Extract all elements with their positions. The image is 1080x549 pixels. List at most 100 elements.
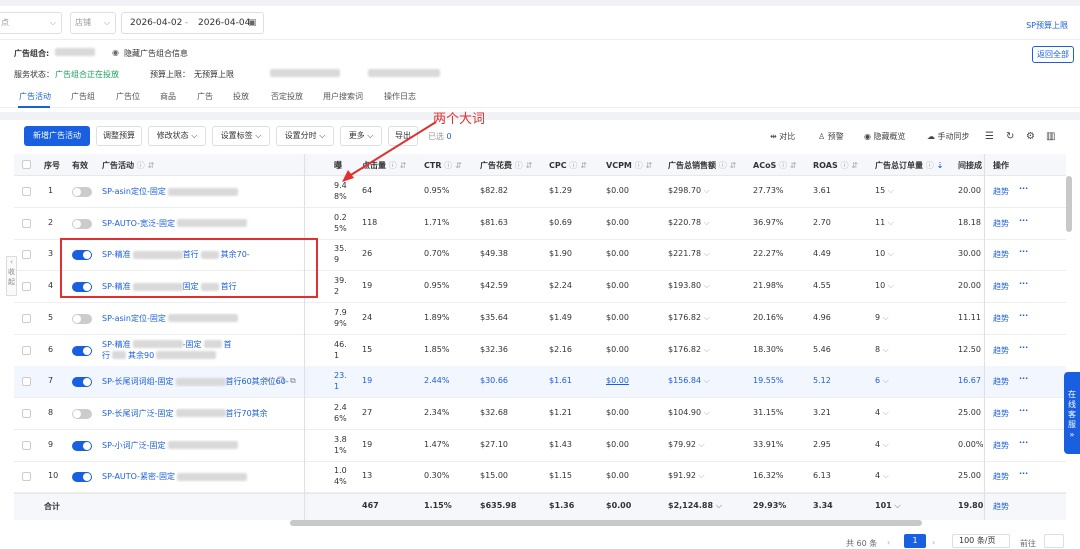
more-actions-icon[interactable]: ··· [1019, 247, 1028, 256]
trend-link[interactable]: 趋势 [993, 281, 1009, 292]
enabled-toggle[interactable] [72, 187, 92, 197]
tab-targeting[interactable]: 投放 [233, 91, 249, 102]
compare-button[interactable]: ⇹ 对比 [770, 131, 795, 142]
page-size-select[interactable]: 100 条/页 [952, 534, 1010, 548]
adjust-budget-button[interactable]: 调整预算 [96, 126, 142, 146]
campaign-name-link[interactable]: SP-AUTO-紧密-固定 [102, 471, 302, 482]
manual-sync-button[interactable]: ☁ 手动同步 [927, 131, 970, 142]
sidebar-collapse-handle[interactable]: ‹ 收起 [6, 256, 17, 296]
trend-link[interactable]: 趋势 [993, 376, 1009, 387]
tab-search-terms[interactable]: 用户搜索词 [323, 91, 363, 102]
trend-link[interactable]: 趋势 [993, 218, 1009, 229]
table-row[interactable]: 7 SP-长尾词词组-固定 首行60其余位60- ✎ ❐ ⧉ 23. 1 19 2.44% $30.… [14, 366, 1066, 399]
total-trend-link[interactable]: 趋势 [993, 501, 1009, 512]
prev-page-icon[interactable]: ‹ [887, 538, 890, 547]
row-checkbox[interactable] [22, 440, 31, 450]
row-checkbox[interactable] [22, 250, 31, 260]
row-checkbox[interactable] [22, 377, 31, 387]
external-link-icon[interactable]: ⧉ [290, 376, 296, 386]
marketplace-select[interactable]: 点 ⌵ [0, 12, 62, 34]
table-row[interactable]: 9 SP-小词广泛-固定 3.8 1% 19 1.47% $27.10 $1.43 $0.00 $… [14, 430, 1066, 462]
more-actions-icon[interactable]: ··· [1019, 184, 1028, 193]
enabled-toggle[interactable] [72, 377, 92, 388]
enabled-toggle[interactable] [72, 408, 92, 419]
table-row[interactable]: 1 SP-asin定位-固定 9.4 8% 64 0.95% $82.82 $1.29 $0.0… [14, 176, 1066, 208]
hide-portfolio-info-link[interactable]: 隐藏广告组合信息 [124, 48, 188, 59]
more-actions-icon[interactable]: ··· [1019, 343, 1028, 352]
set-tag-button[interactable]: 设置标签 ⌵ [212, 126, 270, 146]
tab-products[interactable]: 商品 [160, 91, 176, 102]
row-checkbox[interactable] [22, 472, 31, 482]
gear-icon[interactable]: ⚙ [1026, 131, 1035, 142]
table-row[interactable]: 6 SP-精准 -固定 首行 其余90 46. 1 15 1.85% $32.36 $2.16 $0.… [14, 335, 1066, 367]
campaign-name-link[interactable]: SP-AUTO-宽泛-固定 [102, 218, 302, 229]
back-to-all-button[interactable]: 返回全部 [1032, 46, 1074, 63]
tab-negative-targeting[interactable]: 否定投放 [271, 91, 303, 102]
trend-link[interactable]: 趋势 [993, 345, 1009, 356]
trend-link[interactable]: 趋势 [993, 408, 1009, 419]
set-timeshare-button[interactable]: 设置分时 ⌵ [276, 126, 334, 146]
tab-ad-groups[interactable]: 广告组 [71, 91, 95, 102]
page-button-current[interactable]: 1 [904, 534, 926, 548]
sp-budget-limit-link[interactable]: SP预算上限 [1026, 20, 1068, 31]
enabled-toggle[interactable] [72, 218, 92, 229]
trend-link[interactable]: 趋势 [993, 440, 1009, 451]
campaign-name-link[interactable]: SP-asin定位-固定 [102, 313, 302, 324]
more-actions-icon[interactable]: ··· [1019, 469, 1028, 478]
columns-icon[interactable]: ▥ [1046, 131, 1055, 142]
list-settings-icon[interactable]: ☰ [985, 131, 994, 142]
more-actions-icon[interactable]: ··· [1019, 216, 1028, 225]
copy-icon[interactable]: ❐ [277, 376, 284, 385]
table-row[interactable]: 2 SP-AUTO-宽泛-固定 0.2 5% 118 1.71% $81.63 $0.69 $0… [14, 208, 1066, 240]
online-support-widget[interactable]: 在线客服 » [1064, 372, 1080, 454]
table-row[interactable]: 5 SP-asin定位-固定 7.9 9% 24 1.89% $35.64 $1.49 $0.0… [14, 303, 1066, 335]
trend-link[interactable]: 趋势 [993, 249, 1009, 260]
col-spend[interactable]: 广告花费 ⓘ ⇵ [480, 160, 532, 171]
tab-ads[interactable]: 广告 [197, 91, 213, 102]
trend-link[interactable]: 趋势 [993, 186, 1009, 197]
new-campaign-button[interactable]: 新增广告活动 [24, 126, 90, 146]
row-checkbox[interactable] [22, 218, 31, 228]
modify-status-button[interactable]: 修改状态 ⌵ [148, 126, 206, 146]
campaign-name-link[interactable]: SP-长尾词广泛-固定 首行70其余 [102, 408, 302, 419]
enabled-toggle[interactable] [72, 313, 92, 324]
col-vcpm[interactable]: VCPM ⓘ ⇵ [606, 160, 652, 171]
trend-link[interactable]: 趋势 [993, 313, 1009, 324]
row-checkbox[interactable] [22, 313, 31, 323]
date-range-picker[interactable]: 2026-04-02 - 2026-04-04 ▣ [121, 12, 264, 34]
tab-operation-log[interactable]: 操作日志 [384, 91, 416, 102]
horizontal-scrollbar[interactable] [290, 520, 922, 526]
tab-placements[interactable]: 广告位 [116, 91, 140, 102]
more-actions-icon[interactable]: ··· [1019, 406, 1028, 415]
table-row[interactable]: 8 SP-长尾词广泛-固定 首行70其余 2.4 6% 27 2.34% $32.68 $1.2… [14, 398, 1066, 430]
select-all-checkbox[interactable] [22, 160, 31, 169]
eye-icon[interactable]: ◉ [112, 48, 119, 57]
table-row[interactable]: 10 SP-AUTO-紧密-固定 1.0 4% 13 0.30% $15.00 $1.15 $0… [14, 461, 1066, 494]
hide-overview-button[interactable]: ◉ 隐藏概览 [864, 131, 906, 142]
campaign-name-link[interactable]: SP-长尾词词组-固定 首行60其余位60- [102, 376, 302, 387]
more-actions-icon[interactable]: ··· [1019, 374, 1028, 383]
tab-campaigns[interactable]: 广告活动 [19, 91, 51, 102]
row-checkbox[interactable] [22, 408, 31, 418]
col-orders[interactable]: 广告总订单量 ⓘ ⇣ [875, 160, 943, 171]
next-page-icon[interactable]: › [932, 538, 935, 547]
alert-button[interactable]: ♙ 预警 [818, 131, 844, 142]
edit-icon[interactable]: ✎ [264, 376, 271, 385]
goto-page-input[interactable] [1044, 534, 1064, 548]
campaign-name-link[interactable]: SP-精准 -固定 首行 其余90 [102, 339, 302, 361]
row-checkbox[interactable] [22, 345, 31, 355]
enabled-toggle[interactable] [72, 472, 92, 483]
row-checkbox[interactable] [22, 282, 31, 292]
col-acos[interactable]: ACoS ⓘ ⇵ [753, 160, 797, 171]
trend-link[interactable]: 趋势 [993, 471, 1009, 482]
campaign-name-link[interactable]: SP-asin定位-固定 [102, 186, 302, 197]
more-actions-icon[interactable]: ··· [1019, 279, 1028, 288]
col-campaign[interactable]: 广告活动 ⓘ ⇵ [102, 160, 154, 171]
col-roas[interactable]: ROAS ⓘ ⇵ [813, 160, 858, 171]
more-actions-icon[interactable]: ··· [1019, 311, 1028, 320]
col-cpc[interactable]: CPC ⓘ ⇵ [549, 160, 587, 171]
more-actions-icon[interactable]: ··· [1019, 438, 1028, 447]
store-select[interactable]: 店铺 ⌵ [70, 12, 116, 34]
campaign-name-link[interactable]: SP-小词广泛-固定 [102, 440, 302, 451]
enabled-toggle[interactable] [72, 440, 92, 451]
